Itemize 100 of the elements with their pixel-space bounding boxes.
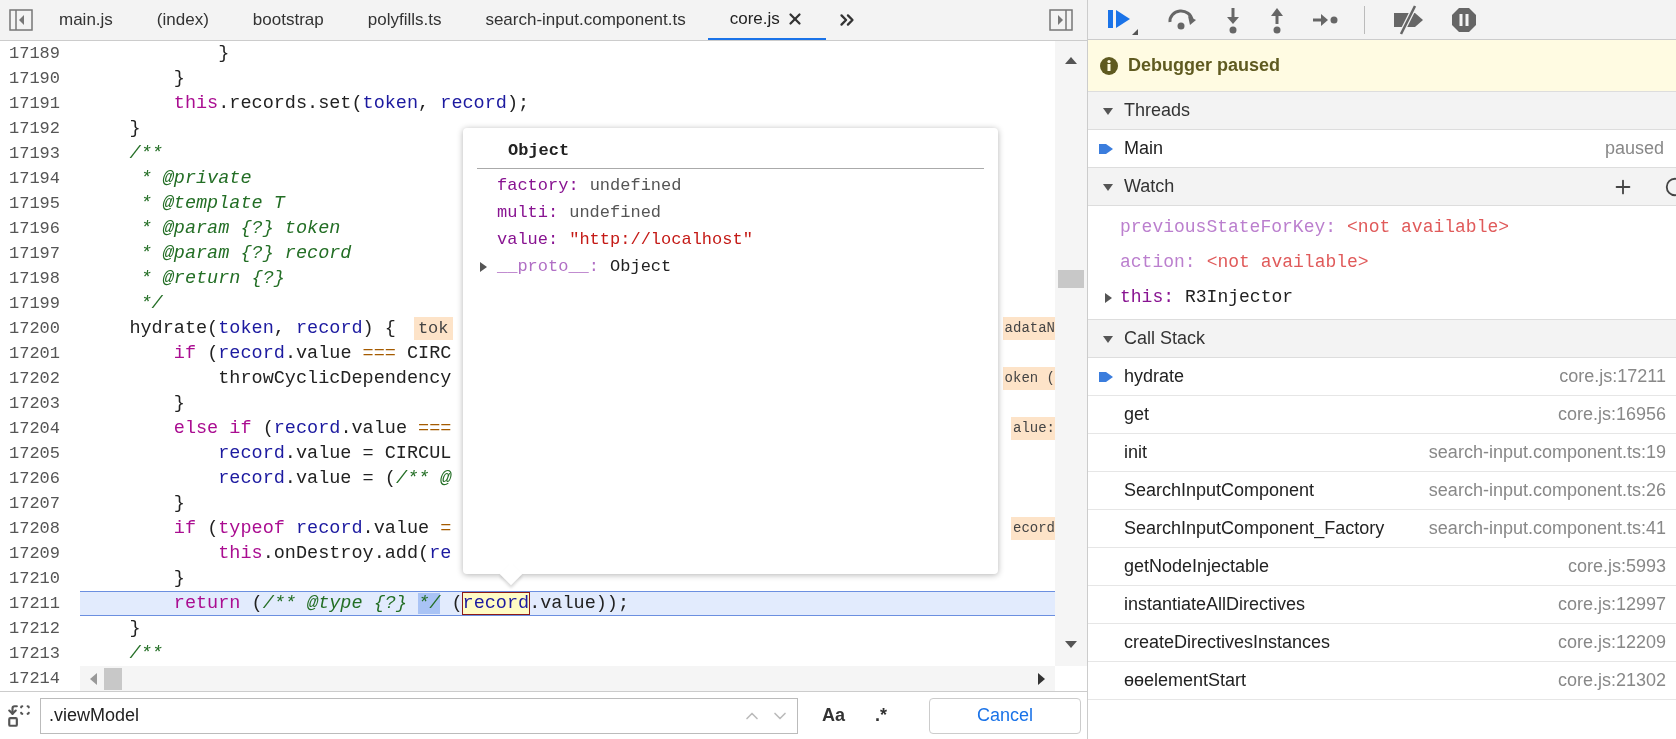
source-location[interactable]: search-input.component.ts:26 (1408, 478, 1666, 503)
line-number: 17197 (8, 243, 61, 265)
call-frame-row[interactable]: SearchInputComponent_Factory search-input.component.ts:41 (1088, 510, 1676, 548)
line-number: 17211 (8, 593, 61, 615)
scrollbar-thumb[interactable] (1058, 270, 1084, 288)
scrollbar-thumb[interactable] (104, 667, 122, 690)
scroll-left-icon[interactable] (88, 671, 98, 686)
line-number: 17200 (8, 318, 61, 340)
source-location[interactable]: core.js:17211 (1539, 364, 1666, 389)
file-tab[interactable]: (index) (134, 0, 231, 40)
line-number: 17213 (8, 643, 61, 665)
thread-status: paused (1604, 137, 1664, 160)
code-line: } (172, 67, 185, 90)
line-number: 17208 (8, 518, 61, 540)
call-frame-row[interactable]: SearchInputComponent search-input.component.ts:26 (1088, 472, 1676, 510)
line-number: 17204 (8, 418, 61, 440)
function-name: instantiateAllDirectives (1124, 593, 1306, 616)
function-name: ɵɵelementStart (1124, 669, 1247, 692)
expand-arrow-icon[interactable] (477, 261, 489, 273)
line-number: 17190 (8, 68, 61, 90)
thread-name: Main (1124, 137, 1163, 160)
panel-toggle-icon[interactable] (9, 9, 33, 31)
code-line: record.value = (/** @ (217, 467, 452, 490)
regex-toggle[interactable]: .* (875, 702, 888, 729)
code-line: throwCyclicDependency (217, 367, 452, 390)
match-case-toggle[interactable]: Aa (822, 702, 845, 729)
source-location[interactable]: core.js:12997 (1537, 592, 1666, 617)
scroll-down-icon[interactable] (1064, 640, 1078, 650)
code-line: if (typeof record.value = (172, 517, 452, 540)
step-over-icon[interactable] (1166, 7, 1198, 32)
horizontal-scrollbar[interactable] (80, 666, 1055, 691)
code-line: /** (128, 642, 163, 665)
function-name: get (1124, 403, 1150, 426)
line-number: 17189 (8, 43, 61, 65)
call-frame-row[interactable]: init search-input.component.ts:19 (1088, 434, 1676, 472)
code-line: } (128, 117, 141, 140)
function-name: createDirectivesInstances (1124, 631, 1331, 654)
source-location[interactable]: search-input.component.ts:41 (1408, 516, 1666, 541)
line-number: 17207 (8, 493, 61, 515)
section-header[interactable]: Call Stack (1088, 320, 1676, 358)
line-number: 17199 (8, 293, 61, 315)
code-line: } (172, 392, 185, 415)
section-title: Threads (1124, 99, 1191, 122)
source-location[interactable]: core.js:16956 (1537, 402, 1666, 427)
expand-arrow-icon[interactable] (1102, 291, 1114, 304)
pause-on-exceptions-icon[interactable] (1451, 6, 1477, 33)
code-line: } (128, 617, 141, 640)
file-tab[interactable]: search-input.component.ts (463, 0, 708, 40)
line-number: 17192 (8, 118, 61, 140)
code-line: else if (record.value === (172, 417, 452, 440)
function-name: hydrate (1124, 365, 1185, 388)
call-frame-row[interactable]: ɵɵelementStart core.js:21302 (1088, 662, 1676, 700)
step-icon[interactable] (1312, 11, 1338, 28)
line-number: 17196 (8, 218, 61, 240)
step-into-icon[interactable] (1224, 5, 1242, 34)
source-location[interactable]: core.js:21302 (1537, 668, 1666, 693)
file-tab[interactable]: main.js (37, 0, 135, 40)
section-title: Watch (1124, 175, 1175, 198)
info-icon (1100, 56, 1118, 75)
call-frame-row[interactable]: hydrate core.js:17211 (1088, 358, 1676, 396)
file-tab[interactable]: core.js (707, 0, 826, 40)
source-location[interactable]: core.js:12209 (1537, 630, 1666, 655)
panel-toggle-icon[interactable] (1049, 9, 1073, 31)
property[interactable]: __proto__: Object (497, 254, 672, 280)
line-number: 17195 (8, 193, 61, 215)
property: factory: undefined (497, 175, 682, 198)
cancel-button[interactable]: Cancel (929, 697, 1081, 734)
banner-text: Debugger paused (1128, 54, 1281, 77)
replace-icon[interactable] (6, 702, 32, 729)
function-name: SearchInputComponent (1124, 479, 1315, 502)
source-location[interactable]: core.js:5993 (1547, 554, 1666, 579)
watch-expression[interactable]: previousStateForKey: <not available> (1120, 214, 1510, 241)
call-frame-row[interactable]: get core.js:16956 (1088, 396, 1676, 434)
inline-value: adataN (1002, 317, 1055, 340)
line-number: 17201 (8, 343, 61, 365)
line-number: 17210 (8, 568, 61, 590)
call-frame-row[interactable]: getNodeInjectable core.js:5993 (1088, 548, 1676, 586)
line-number: 17206 (8, 468, 61, 490)
section-header[interactable]: Watch (1088, 168, 1676, 206)
scroll-right-icon[interactable] (1037, 671, 1047, 686)
section-header[interactable]: Threads (1088, 92, 1676, 130)
call-frame-row[interactable]: createDirectivesInstances core.js:12209 (1088, 624, 1676, 662)
vertical-scrollbar[interactable] (1055, 41, 1087, 666)
line-number: 17214 (8, 668, 61, 690)
watch-expression[interactable]: action: <not available> (1120, 249, 1369, 276)
line-number: 17212 (8, 618, 61, 640)
call-frame-row[interactable]: instantiateAllDirectives core.js:12997 (1088, 586, 1676, 624)
code-line: hydrate(token, record) { (128, 317, 396, 340)
line-number: 17205 (8, 443, 61, 465)
deactivate-breakpoints-icon[interactable] (1391, 4, 1425, 35)
line-number: 17191 (8, 93, 61, 115)
code-line: this.onDestroy.add(re (217, 542, 452, 565)
line-number: 17209 (8, 543, 61, 565)
source-location[interactable]: search-input.component.ts:19 (1408, 440, 1666, 465)
property: multi: undefined (497, 202, 662, 225)
file-tab[interactable]: bootstrap (230, 0, 346, 40)
scroll-up-icon[interactable] (1064, 55, 1078, 65)
property: value: "http://localhost" (497, 229, 753, 252)
watch-expression[interactable]: this: R3Injector (1120, 284, 1294, 311)
file-tab[interactable]: polyfills.ts (345, 0, 464, 40)
